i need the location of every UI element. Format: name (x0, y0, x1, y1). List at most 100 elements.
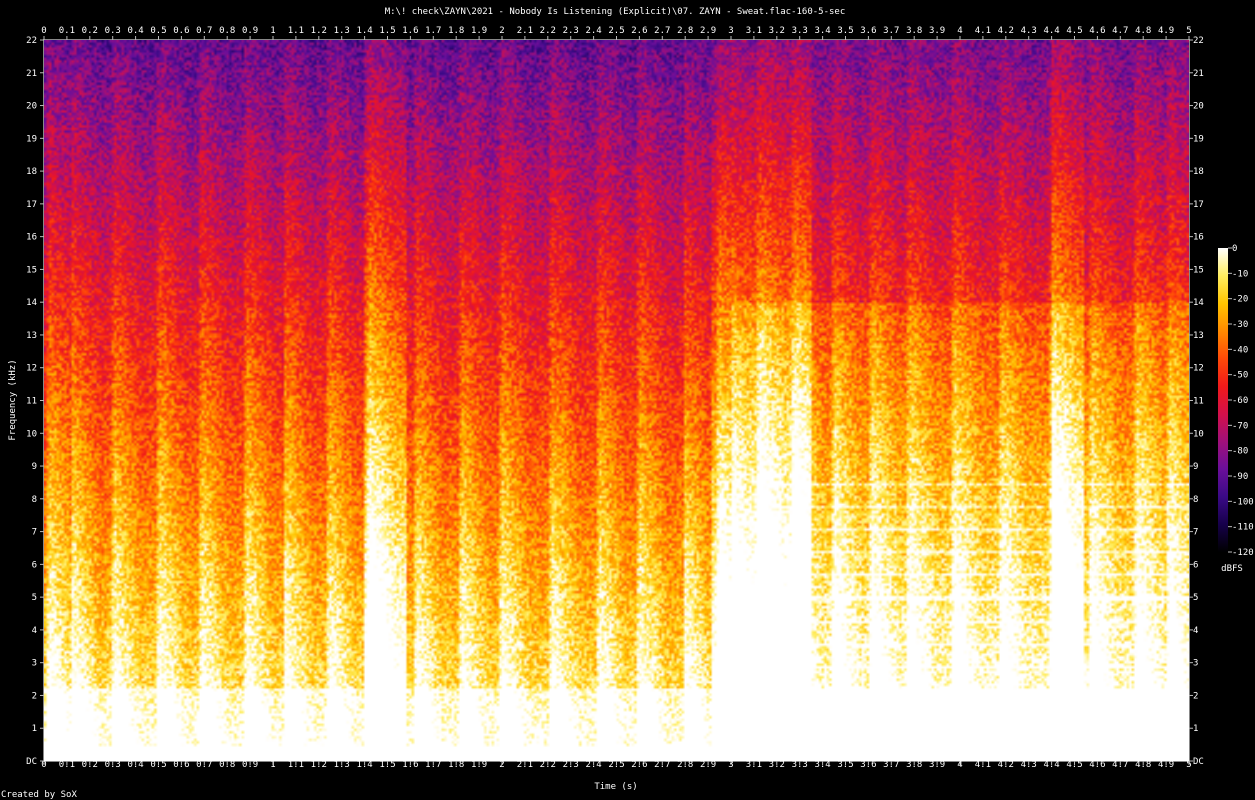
colorbar-scale (1218, 248, 1228, 552)
x-tick-label-bottom: 4.2 (998, 760, 1014, 770)
y-tick-label-right: 16 (1193, 233, 1204, 243)
x-tick-label-top: 3.2 (769, 26, 785, 36)
x-tick-label-bottom: 4.5 (1066, 760, 1082, 770)
y-tick-label-right: 20 (1193, 102, 1204, 112)
x-tick-label-top: 3.9 (929, 26, 945, 36)
y-tick-label-right: 4 (1193, 626, 1198, 636)
y-tick-label-right: DC (1193, 757, 1204, 767)
y-tick-label-right: 2 (1193, 691, 1198, 701)
x-tick-label-top: 3 (728, 26, 733, 36)
x-tick-label-bottom: 0.2 (82, 760, 98, 770)
footer-credit: Created by SoX (1, 790, 77, 800)
y-tick-label-right: 13 (1193, 331, 1204, 341)
x-tick-label-bottom: 4.9 (1158, 760, 1174, 770)
spectrogram-plot-area (43, 39, 1190, 762)
x-tick-label-top: 1.8 (448, 26, 464, 36)
colorbar-tick-label: -110 (1232, 523, 1254, 533)
x-tick-label-bottom: 0.3 (105, 760, 121, 770)
y-tick-label-right: 19 (1193, 134, 1204, 144)
x-tick-label-bottom: 1.6 (402, 760, 418, 770)
colorbar-tick-label: -70 (1232, 421, 1248, 431)
y-tick-label-left: 1 (32, 724, 37, 734)
x-tick-label-top: 1.1 (288, 26, 304, 36)
y-tick-label-right: 17 (1193, 200, 1204, 210)
x-tick-label-bottom: 3.9 (929, 760, 945, 770)
x-tick-label-bottom: 3.6 (860, 760, 876, 770)
x-tick-label-top: 4.5 (1066, 26, 1082, 36)
x-tick-label-bottom: 4.6 (1089, 760, 1105, 770)
x-tick-label-top: 4.3 (1021, 26, 1037, 36)
y-tick-label-left: 12 (26, 364, 37, 374)
x-tick-label-bottom: 2.1 (517, 760, 533, 770)
x-tick-label-bottom: 4 (957, 760, 962, 770)
x-tick-label-top: 1.7 (425, 26, 441, 36)
y-tick-label-left: 7 (32, 528, 37, 538)
x-tick-label-bottom: 1.3 (334, 760, 350, 770)
y-tick-label-right: 8 (1193, 495, 1198, 505)
x-tick-label-top: 4.9 (1158, 26, 1174, 36)
y-tick-label-left: 4 (32, 626, 37, 636)
x-tick-label-top: 1.9 (471, 26, 487, 36)
x-tick-label-top: 4.6 (1089, 26, 1105, 36)
y-tick-label-left: DC (26, 757, 37, 767)
y-tick-label-left: 22 (26, 36, 37, 46)
x-tick-label-bottom: 1.5 (379, 760, 395, 770)
y-tick-label-left: 15 (26, 265, 37, 275)
x-tick-label-bottom: 2.2 (540, 760, 556, 770)
y-tick-label-left: 5 (32, 593, 37, 603)
colorbar-tick-label: 0 (1232, 244, 1237, 254)
y-tick-label-left: 14 (26, 298, 37, 308)
x-tick-label-bottom: 0.9 (242, 760, 258, 770)
y-tick-label-right: 3 (1193, 659, 1198, 669)
y-tick-label-left: 8 (32, 495, 37, 505)
x-tick-label-top: 2.1 (517, 26, 533, 36)
x-tick-label-top: 0.6 (173, 26, 189, 36)
y-tick-label-right: 12 (1193, 364, 1204, 374)
x-tick-label-bottom: 1.1 (288, 760, 304, 770)
y-tick-label-left: 10 (26, 429, 37, 439)
x-tick-label-bottom: 3.1 (746, 760, 762, 770)
x-tick-label-bottom: 1 (270, 760, 275, 770)
x-tick-label-bottom: 3.4 (814, 760, 830, 770)
y-axis-label: Frequency (kHz) (8, 359, 18, 440)
y-tick-label-right: 9 (1193, 462, 1198, 472)
y-tick-label-left: 11 (26, 397, 37, 407)
x-tick-label-top: 4 (957, 26, 962, 36)
y-tick-label-left: 20 (26, 102, 37, 112)
y-tick-label-right: 1 (1193, 724, 1198, 734)
x-tick-label-bottom: 0.1 (59, 760, 75, 770)
x-tick-label-bottom: 3.8 (906, 760, 922, 770)
y-tick-label-right: 7 (1193, 528, 1198, 538)
x-tick-label-top: 1 (270, 26, 275, 36)
x-tick-label-bottom: 4.3 (1021, 760, 1037, 770)
x-tick-label-top: 1.3 (334, 26, 350, 36)
y-tick-label-left: 9 (32, 462, 37, 472)
x-tick-label-bottom: 1.2 (311, 760, 327, 770)
y-tick-label-left: 6 (32, 560, 37, 570)
colorbar-tick-label: -100 (1232, 497, 1254, 507)
colorbar-tick-label: -90 (1232, 472, 1248, 482)
colorbar-tick-label: -80 (1232, 447, 1248, 457)
x-tick-label-bottom: 2.4 (585, 760, 601, 770)
x-tick-label-top: 3.4 (814, 26, 830, 36)
x-tick-label-top: 2.3 (563, 26, 579, 36)
x-tick-label-bottom: 0.5 (150, 760, 166, 770)
x-tick-label-top: 1.2 (311, 26, 327, 36)
chart-title: M:\! check\ZAYN\2021 - Nobody Is Listeni… (385, 7, 846, 17)
x-tick-label-bottom: 0.7 (196, 760, 212, 770)
y-tick-label-right: 10 (1193, 429, 1204, 439)
x-tick-label-bottom: 2.8 (677, 760, 693, 770)
y-tick-label-right: 11 (1193, 397, 1204, 407)
x-tick-label-top: 1.4 (356, 26, 372, 36)
y-tick-label-right: 14 (1193, 298, 1204, 308)
x-tick-label-top: 4.8 (1135, 26, 1151, 36)
colorbar-tick-label: -20 (1232, 295, 1248, 305)
x-tick-label-top: 0.1 (59, 26, 75, 36)
y-tick-label-right: 15 (1193, 265, 1204, 275)
x-tick-label-top: 2.5 (608, 26, 624, 36)
colorbar-tick-label: -40 (1232, 345, 1248, 355)
x-tick-label-bottom: 3 (728, 760, 733, 770)
y-tick-label-left: 13 (26, 331, 37, 341)
x-tick-label-top: 2.8 (677, 26, 693, 36)
x-tick-label-top: 0.5 (150, 26, 166, 36)
